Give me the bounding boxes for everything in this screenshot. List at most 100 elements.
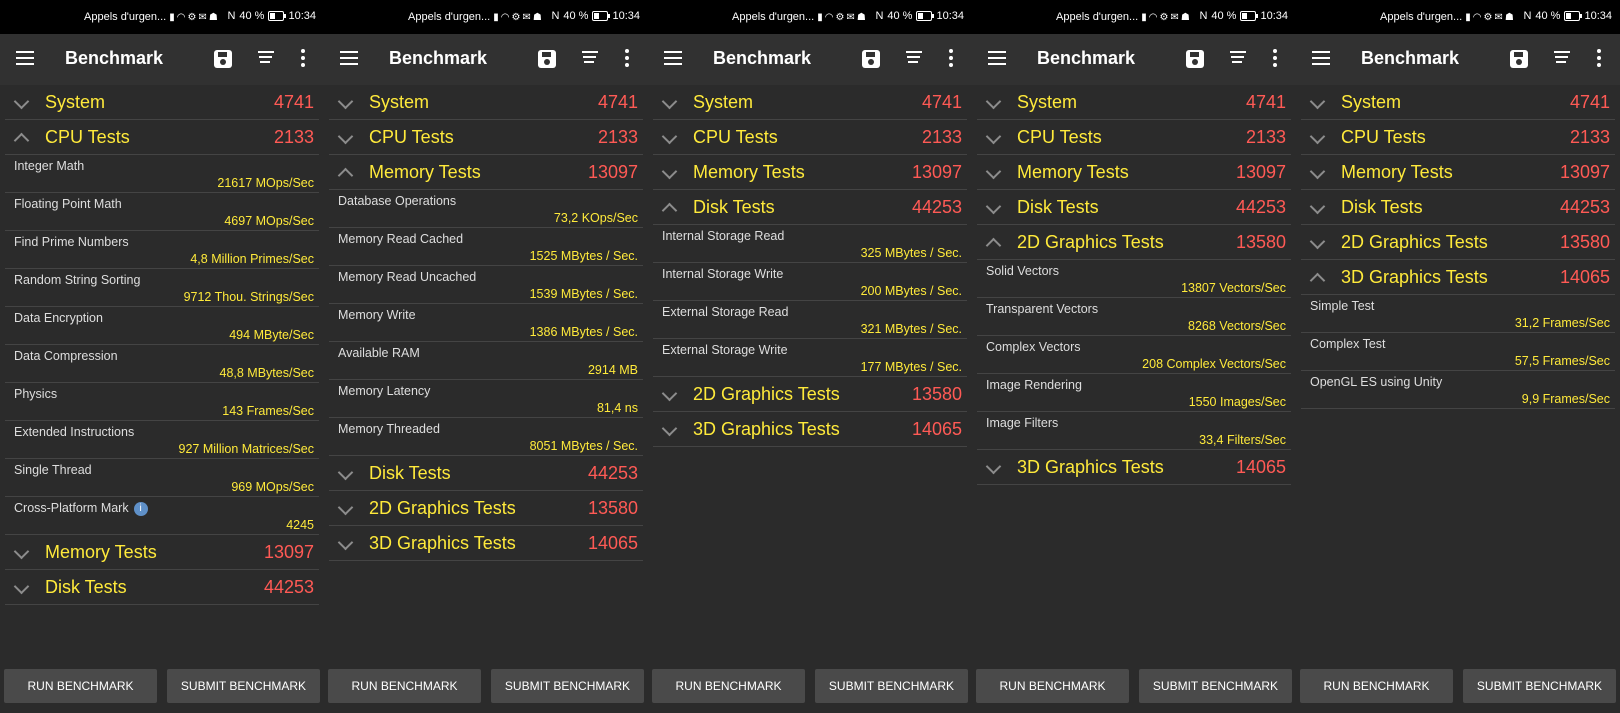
category-row[interactable]: CPU Tests 2133: [329, 120, 643, 155]
category-row[interactable]: 2D Graphics Tests 13580: [1301, 225, 1615, 260]
chevron-down-icon[interactable]: [985, 128, 1002, 145]
category-row[interactable]: Disk Tests 44253: [1301, 190, 1615, 225]
emergency-calls-text: Appels d'urgen...: [1056, 11, 1139, 23]
category-row[interactable]: CPU Tests 2133: [5, 120, 319, 155]
menu-icon[interactable]: [16, 51, 34, 67]
chevron-down-icon[interactable]: [661, 128, 678, 145]
chevron-down-icon[interactable]: [1309, 198, 1326, 215]
chevron-down-icon[interactable]: [985, 198, 1002, 215]
chevron-down-icon[interactable]: [1309, 128, 1326, 145]
category-row[interactable]: Memory Tests 13097: [977, 155, 1291, 190]
app-title: Benchmark: [65, 48, 164, 68]
run-benchmark-button[interactable]: RUN BENCHMARK: [328, 669, 481, 703]
battery-text: 40 %: [1535, 10, 1561, 22]
chevron-down-icon[interactable]: [1309, 233, 1326, 250]
category-row[interactable]: 2D Graphics Tests 13580: [653, 377, 967, 412]
sort-icon[interactable]: [582, 51, 598, 65]
chevron-down-icon[interactable]: [1309, 163, 1326, 180]
category-row[interactable]: Memory Tests 13097: [1301, 155, 1615, 190]
more-vertical-icon[interactable]: [625, 49, 629, 69]
chevron-down-icon[interactable]: [337, 499, 354, 516]
category-row[interactable]: System 4741: [977, 85, 1291, 120]
category-row[interactable]: Memory Tests 13097: [653, 155, 967, 190]
chevron-down-icon[interactable]: [13, 93, 30, 110]
save-icon[interactable]: [1186, 50, 1204, 68]
category-row[interactable]: 2D Graphics Tests 13580: [329, 491, 643, 526]
chevron-down-icon[interactable]: [661, 93, 678, 110]
more-vertical-icon[interactable]: [1273, 49, 1277, 69]
clock-text: 10:34: [1584, 10, 1612, 22]
sort-icon[interactable]: [258, 51, 274, 65]
category-row[interactable]: 3D Graphics Tests 14065: [977, 450, 1291, 485]
save-icon[interactable]: [862, 50, 880, 68]
chevron-down-icon[interactable]: [13, 578, 30, 595]
submit-benchmark-button[interactable]: SUBMIT BENCHMARK: [815, 669, 968, 703]
chevron-down-icon[interactable]: [337, 93, 354, 110]
category-row[interactable]: CPU Tests 2133: [977, 120, 1291, 155]
chevron-down-icon[interactable]: [985, 458, 1002, 475]
category-row[interactable]: Disk Tests 44253: [329, 456, 643, 491]
sort-icon[interactable]: [1554, 51, 1570, 65]
submit-benchmark-button[interactable]: SUBMIT BENCHMARK: [491, 669, 644, 703]
submit-benchmark-button[interactable]: SUBMIT BENCHMARK: [1463, 669, 1616, 703]
chevron-down-icon[interactable]: [661, 420, 678, 437]
save-icon[interactable]: [1510, 50, 1528, 68]
chevron-down-icon[interactable]: [985, 163, 1002, 180]
chevron-down-icon[interactable]: [337, 534, 354, 551]
run-benchmark-button[interactable]: RUN BENCHMARK: [652, 669, 805, 703]
run-benchmark-button[interactable]: RUN BENCHMARK: [4, 669, 157, 703]
footer-actions: RUN BENCHMARK SUBMIT BENCHMARK: [0, 669, 324, 703]
chevron-up-icon[interactable]: [13, 132, 30, 149]
sort-icon[interactable]: [906, 51, 922, 65]
category-row[interactable]: 3D Graphics Tests 14065: [329, 526, 643, 561]
chevron-down-icon[interactable]: [661, 163, 678, 180]
category-row[interactable]: System 4741: [1301, 85, 1615, 120]
chevron-down-icon[interactable]: [661, 385, 678, 402]
chevron-up-icon[interactable]: [985, 237, 1002, 254]
chevron-up-icon[interactable]: [1309, 272, 1326, 289]
wifi-icon: ◠: [824, 11, 834, 23]
info-icon[interactable]: i: [133, 501, 148, 516]
category-score: 2133: [1569, 127, 1610, 147]
category-row[interactable]: Memory Tests 13097: [329, 155, 643, 190]
category-row[interactable]: 3D Graphics Tests 14065: [1301, 260, 1615, 295]
category-row[interactable]: Disk Tests 44253: [5, 570, 319, 605]
run-benchmark-button[interactable]: RUN BENCHMARK: [976, 669, 1129, 703]
battery-level: [270, 13, 276, 19]
category-row[interactable]: System 4741: [329, 85, 643, 120]
category-row[interactable]: Disk Tests 44253: [653, 190, 967, 225]
category-row[interactable]: CPU Tests 2133: [1301, 120, 1615, 155]
chevron-down-icon[interactable]: [337, 464, 354, 481]
category-row[interactable]: 3D Graphics Tests 14065: [653, 412, 967, 447]
more-vertical-icon[interactable]: [949, 49, 953, 69]
chevron-down-icon[interactable]: [13, 543, 30, 560]
nfc-icon: N: [1523, 10, 1532, 22]
submit-benchmark-button[interactable]: SUBMIT BENCHMARK: [167, 669, 320, 703]
submit-benchmark-button[interactable]: SUBMIT BENCHMARK: [1139, 669, 1292, 703]
menu-icon[interactable]: [988, 51, 1006, 67]
menu-icon[interactable]: [1312, 51, 1330, 67]
sort-icon[interactable]: [1230, 51, 1246, 65]
more-vertical-icon[interactable]: [1597, 49, 1601, 69]
category-row[interactable]: 2D Graphics Tests 13580: [977, 225, 1291, 260]
run-benchmark-button[interactable]: RUN BENCHMARK: [1300, 669, 1453, 703]
battery-text: 40 %: [1211, 10, 1237, 22]
battery-icon: [1564, 11, 1583, 21]
menu-icon[interactable]: [664, 51, 682, 67]
category-row[interactable]: Disk Tests 44253: [977, 190, 1291, 225]
category-row[interactable]: System 4741: [653, 85, 967, 120]
chevron-down-icon[interactable]: [337, 128, 354, 145]
menu-icon[interactable]: [340, 51, 358, 67]
status-right: N 40 % 10:34: [551, 10, 640, 22]
more-vertical-icon[interactable]: [301, 49, 305, 69]
test-name-text: Random String Sorting: [14, 273, 141, 287]
category-row[interactable]: System 4741: [5, 85, 319, 120]
save-icon[interactable]: [538, 50, 556, 68]
save-icon[interactable]: [214, 50, 232, 68]
chevron-up-icon[interactable]: [661, 202, 678, 219]
chevron-down-icon[interactable]: [1309, 93, 1326, 110]
chevron-down-icon[interactable]: [985, 93, 1002, 110]
category-row[interactable]: CPU Tests 2133: [653, 120, 967, 155]
category-row[interactable]: Memory Tests 13097: [5, 535, 319, 570]
chevron-up-icon[interactable]: [337, 167, 354, 184]
